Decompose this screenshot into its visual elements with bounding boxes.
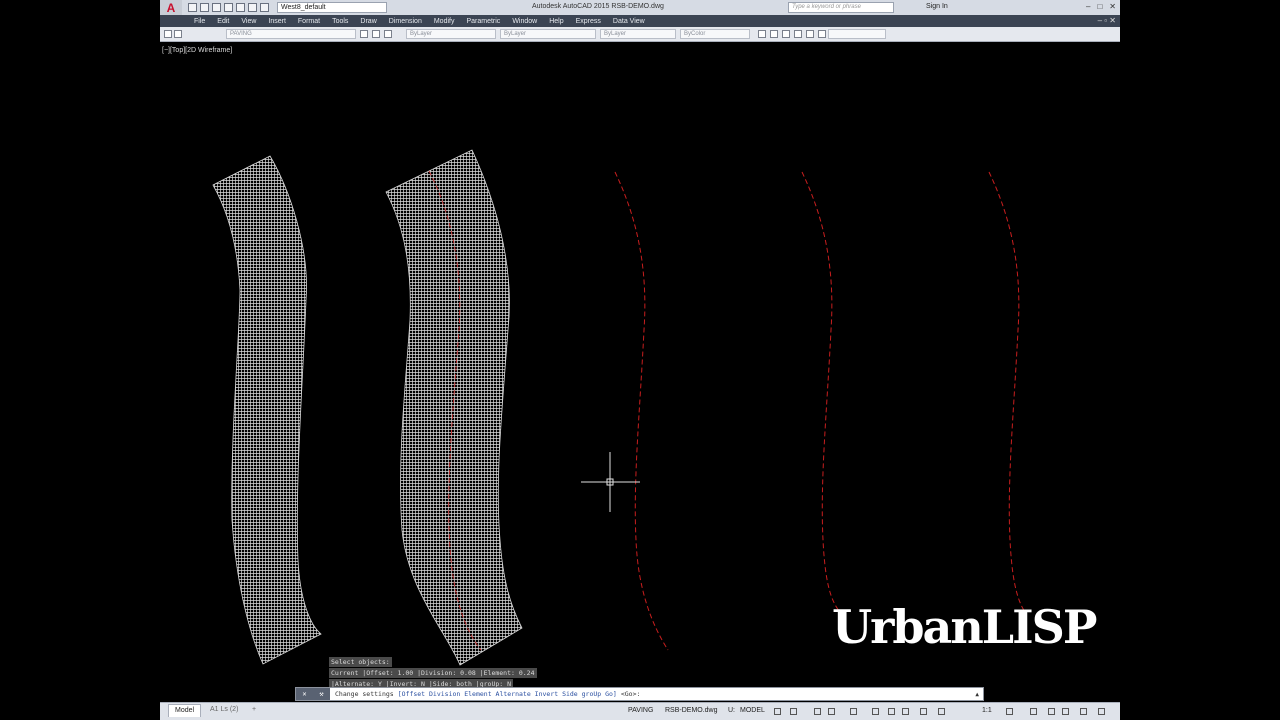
wrench-icon[interactable]: ⚒ (319, 690, 323, 698)
snap-icon[interactable] (790, 708, 797, 715)
units-label: U: (728, 707, 735, 714)
osnap-icon[interactable] (850, 708, 857, 715)
command-line-grip[interactable]: ✕ ⚒ (296, 688, 330, 700)
command-line[interactable]: ✕ ⚒ Change settings [Offset Division Ele… (295, 687, 984, 701)
grid-icon[interactable] (774, 708, 781, 715)
centerline-1[interactable] (614, 171, 669, 651)
command-prompt: Change settings (335, 690, 394, 698)
crosshair-cursor (581, 452, 640, 512)
command-history: Select objects: Current |Offset: 1.00 |D… (329, 657, 537, 690)
hardware-acceleration-icon[interactable] (1062, 708, 1069, 715)
selection-cycling-icon[interactable] (902, 708, 909, 715)
ortho-icon[interactable] (814, 708, 821, 715)
current-layer: PAVING (628, 707, 654, 714)
command-default: <Go>: (620, 690, 641, 698)
model-space-toggle[interactable]: MODEL (740, 707, 765, 714)
clean-screen-icon[interactable] (1080, 708, 1087, 715)
paving-strip-1[interactable] (212, 155, 322, 665)
customization-icon[interactable] (1098, 708, 1105, 715)
annotation-visibility-icon[interactable] (938, 708, 945, 715)
current-file: RSB-DEMO.dwg (665, 707, 718, 714)
close-icon[interactable]: ✕ (302, 690, 306, 698)
recent-commands-icon[interactable]: ▲ (975, 691, 979, 698)
history-line: Select objects: (329, 657, 392, 667)
paving-strip-2[interactable] (385, 149, 523, 666)
polar-icon[interactable] (828, 708, 835, 715)
status-bar: Model A1 Ls (2) + PAVING RSB-DEMO.dwg U:… (160, 702, 1120, 720)
lineweight-icon[interactable] (872, 708, 879, 715)
brand-watermark: UrbanLISP (832, 600, 1097, 654)
gear-icon[interactable] (1006, 708, 1013, 715)
history-line: Current |Offset: 1.00 |Division: 0.08 |E… (329, 668, 537, 678)
centerline-2[interactable] (801, 171, 841, 613)
autocad-window: A West8_default Autodesk AutoCAD 2015 RS… (160, 0, 1120, 720)
annotation-icon[interactable] (920, 708, 927, 715)
plus-icon[interactable] (1030, 708, 1037, 715)
tab-layout[interactable]: A1 Ls (2) (204, 704, 244, 716)
command-options[interactable]: [Offset Division Element Alternate Inver… (398, 690, 617, 698)
tab-model[interactable]: Model (168, 704, 202, 717)
add-layout-button[interactable]: + (246, 704, 262, 716)
transparency-icon[interactable] (888, 708, 895, 715)
annotation-scale[interactable]: 1:1 (982, 707, 992, 714)
centerline-3[interactable] (988, 171, 1026, 613)
isolate-objects-icon[interactable] (1048, 708, 1055, 715)
